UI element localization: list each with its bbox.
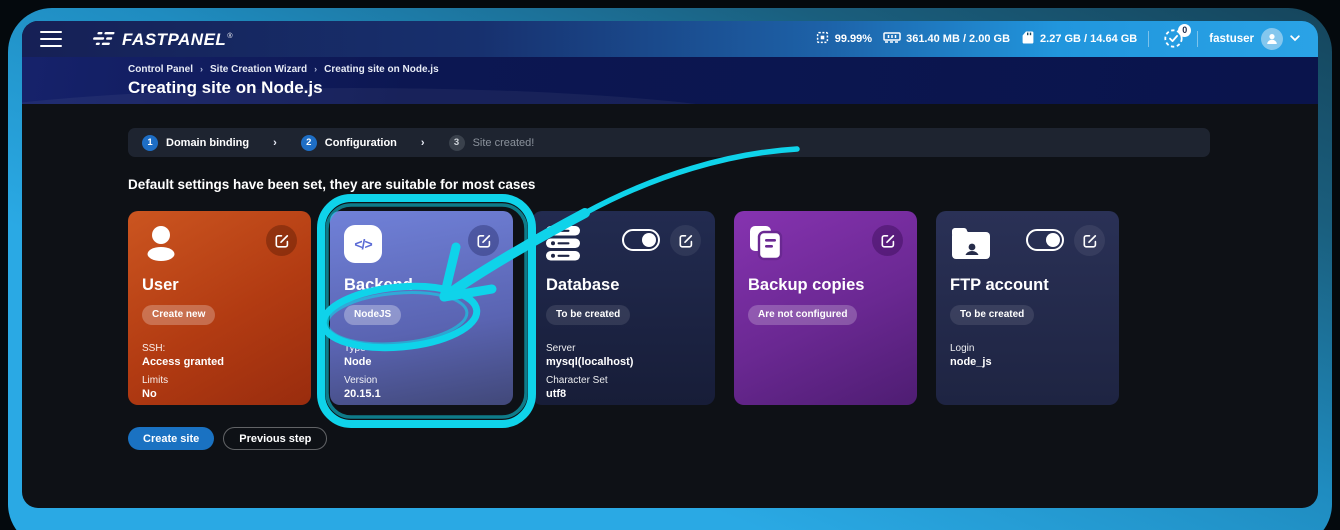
cpu-icon: [815, 30, 830, 48]
detail-label: Limits: [142, 375, 297, 386]
step-domain-binding: 1 Domain binding: [142, 135, 249, 151]
edit-database-button[interactable]: [670, 225, 701, 256]
create-site-button[interactable]: Create site: [128, 427, 214, 450]
ram-value: 361.40 MB / 2.00 GB: [906, 33, 1010, 45]
breadcrumb-separator: ›: [314, 64, 317, 74]
edit-backup-button[interactable]: [872, 225, 903, 256]
step-site-created: 3 Site created!: [449, 135, 535, 151]
previous-step-button[interactable]: Previous step: [223, 427, 327, 450]
detail-value: utf8: [546, 388, 701, 400]
status-badge: To be created: [950, 305, 1034, 325]
settings-cards: User Create new SSH: Access granted Limi…: [128, 211, 1318, 405]
logo-mark-icon: [90, 31, 116, 52]
folder-user-icon: [950, 225, 992, 268]
status-badge: Create new: [142, 305, 215, 325]
settings-note: Default settings have been set, they are…: [128, 177, 1318, 192]
step-label: Site created!: [473, 137, 535, 149]
page-title: Creating site on Node.js: [128, 78, 1318, 98]
cpu-value: 99.99%: [835, 33, 872, 45]
breadcrumb: Control Panel › Site Creation Wizard › C…: [128, 64, 1318, 75]
ftp-toggle[interactable]: [1026, 229, 1064, 251]
step-label: Configuration: [325, 137, 397, 149]
username: fastuser: [1209, 33, 1254, 45]
cpu-stat: 99.99%: [815, 30, 872, 48]
card-title: User: [142, 276, 297, 295]
logo-text: FASTPANEL: [122, 30, 226, 50]
breadcrumb-site-wizard[interactable]: Site Creation Wizard: [210, 64, 307, 75]
detail-value: No: [142, 388, 297, 400]
edit-backend-button[interactable]: [468, 225, 499, 256]
menu-icon[interactable]: [40, 31, 62, 47]
disk-icon: [1021, 30, 1035, 48]
detail-value: 20.15.1: [344, 388, 499, 400]
card-title: Backup copies: [748, 276, 903, 295]
divider: [1197, 31, 1198, 47]
status-badge: NodeJS: [344, 305, 401, 325]
disk-stat: 2.27 GB / 14.64 GB: [1021, 30, 1137, 48]
card-backend: </> Backend NodeJS Type Node Version 20.…: [330, 211, 513, 405]
detail-value: Access granted: [142, 356, 297, 368]
breadcrumb-separator: ›: [200, 64, 203, 74]
detail-value: Node: [344, 356, 499, 368]
wizard-steps: 1 Domain binding › 2 Configuration › 3 S…: [128, 128, 1210, 157]
edit-user-button[interactable]: [266, 225, 297, 256]
detail-label: Login: [950, 343, 1105, 354]
card-database: Database To be created Server mysql(loca…: [532, 211, 715, 405]
step-configuration: 2 Configuration: [301, 135, 397, 151]
divider: [1148, 31, 1149, 47]
detail-label: Version: [344, 375, 499, 386]
avatar: [1261, 28, 1283, 50]
app-panel: FASTPANEL ® 99.99% 361.40 MB / 2.00 GB: [22, 21, 1318, 508]
ram-stat: 361.40 MB / 2.00 GB: [883, 31, 1010, 47]
breadcrumb-control-panel[interactable]: Control Panel: [128, 64, 193, 75]
step-label: Domain binding: [166, 137, 249, 149]
card-ftp-account: FTP account To be created Login node_js: [936, 211, 1119, 405]
step-number: 2: [301, 135, 317, 151]
page-header: Control Panel › Site Creation Wizard › C…: [22, 57, 1318, 104]
tasks-count-badge: 0: [1178, 24, 1191, 37]
card-title: Database: [546, 276, 701, 295]
card-user: User Create new SSH: Access granted Limi…: [128, 211, 311, 405]
registered-mark: ®: [227, 33, 232, 40]
database-icon: [546, 225, 582, 268]
database-toggle[interactable]: [622, 229, 660, 251]
status-badge: Are not configured: [748, 305, 857, 325]
detail-label: Type: [344, 343, 499, 354]
step-number: 3: [449, 135, 465, 151]
copy-icon: [748, 225, 788, 268]
card-title: FTP account: [950, 276, 1105, 295]
code-icon: </>: [344, 225, 382, 263]
edit-ftp-button[interactable]: [1074, 225, 1105, 256]
fastpanel-logo[interactable]: FASTPANEL ®: [90, 29, 232, 50]
detail-label: Server: [546, 343, 701, 354]
detail-label: SSH:: [142, 343, 297, 354]
user-icon: [142, 225, 182, 268]
card-title: Backend: [344, 276, 499, 295]
card-backup-copies: Backup copies Are not configured: [734, 211, 917, 405]
ram-icon: [883, 31, 901, 47]
step-number: 1: [142, 135, 158, 151]
status-badge: To be created: [546, 305, 630, 325]
top-navbar: FASTPANEL ® 99.99% 361.40 MB / 2.00 GB: [22, 21, 1318, 57]
step-separator: ›: [421, 137, 425, 149]
breadcrumb-current: Creating site on Node.js: [324, 64, 438, 75]
step-separator: ›: [273, 137, 277, 149]
detail-label: Character Set: [546, 375, 701, 386]
tasks-icon[interactable]: 0: [1160, 27, 1186, 51]
disk-value: 2.27 GB / 14.64 GB: [1040, 33, 1137, 45]
user-menu[interactable]: fastuser: [1209, 28, 1300, 50]
detail-value: node_js: [950, 356, 1105, 368]
detail-value: mysql(localhost): [546, 356, 701, 368]
chevron-down-icon: [1290, 33, 1300, 45]
